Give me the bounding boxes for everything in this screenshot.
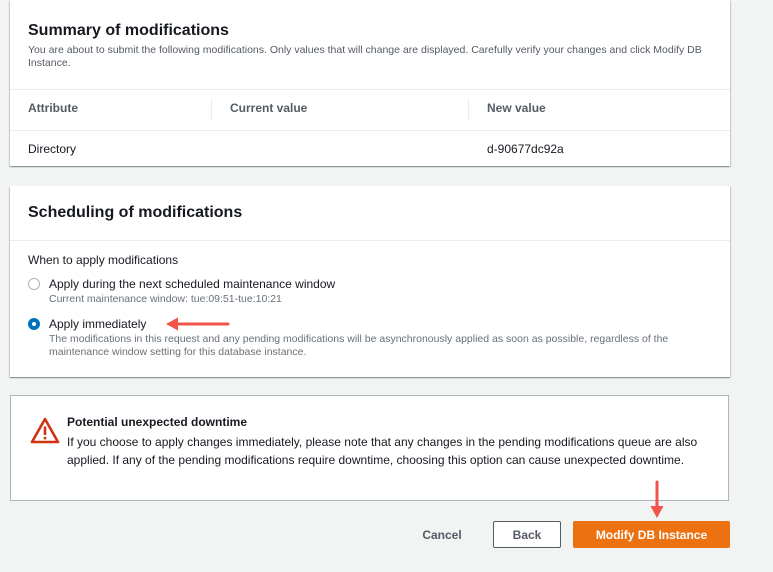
back-button[interactable]: Back	[493, 521, 561, 548]
option-maintenance-window-label[interactable]: Apply during the next scheduled maintena…	[49, 277, 335, 291]
summary-panel: Summary of modifications You are about t…	[10, 0, 730, 166]
scheduling-header: Scheduling of modifications	[10, 186, 730, 241]
column-header-new-value: New value	[487, 101, 546, 115]
alert-title: Potential unexpected downtime	[67, 415, 248, 429]
cell-attribute: Directory	[28, 142, 77, 156]
modify-db-instance-button[interactable]: Modify DB Instance	[573, 521, 730, 548]
option-apply-immediately-label[interactable]: Apply immediately	[49, 317, 146, 331]
column-header-attribute: Attribute	[28, 101, 78, 115]
option-apply-immediately-description: The modifications in this request and an…	[49, 333, 669, 358]
radio-maintenance-window[interactable]	[28, 278, 40, 290]
annotation-arrow-left-icon	[166, 317, 230, 331]
summary-header: Summary of modifications You are about t…	[10, 0, 730, 90]
column-header-current-value: Current value	[230, 101, 308, 115]
cancel-button[interactable]: Cancel	[409, 521, 475, 548]
downtime-alert: Potential unexpected downtime If you cho…	[10, 395, 729, 501]
summary-title: Summary of modifications	[28, 22, 229, 39]
scheduling-title: Scheduling of modifications	[28, 204, 243, 221]
warning-icon	[30, 417, 60, 444]
cell-new-value: d-90677dc92a	[487, 142, 564, 156]
annotation-arrow-down-icon	[650, 480, 664, 518]
table-divider	[10, 130, 730, 131]
when-to-apply-label: When to apply modifications	[28, 253, 179, 267]
scheduling-panel: Scheduling of modifications When to appl…	[10, 186, 730, 377]
column-divider	[211, 98, 212, 120]
column-divider	[468, 98, 469, 120]
alert-body: If you choose to apply changes immediate…	[67, 435, 698, 467]
summary-description: You are about to submit the following mo…	[28, 44, 702, 69]
option-maintenance-window-description: Current maintenance window: tue:09:51-tu…	[49, 293, 282, 305]
radio-apply-immediately[interactable]	[28, 318, 40, 330]
